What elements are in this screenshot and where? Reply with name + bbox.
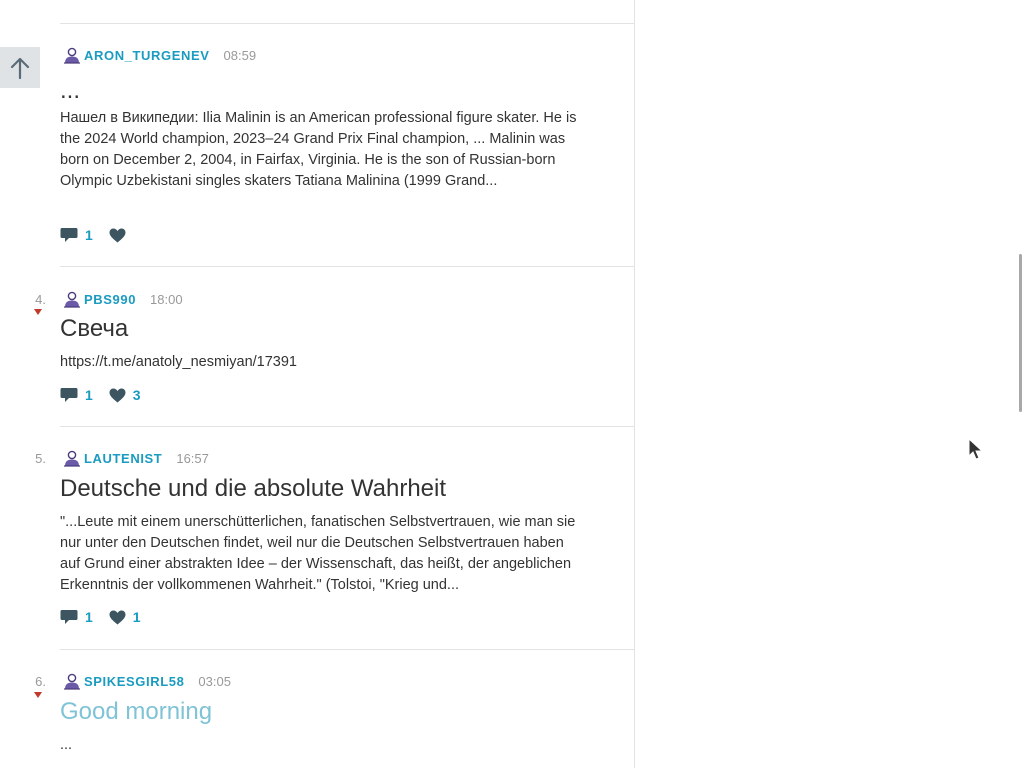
comment-icon xyxy=(60,610,78,624)
post-title[interactable]: ... xyxy=(60,76,80,106)
post-time: 16:57 xyxy=(176,450,209,466)
user-icon xyxy=(64,450,80,467)
post-rank: 5. xyxy=(35,451,46,466)
downvote-indicator xyxy=(34,692,42,698)
mouse-cursor-icon xyxy=(968,438,984,460)
post-author-link[interactable]: PBS990 xyxy=(84,292,136,307)
comment-count: 1 xyxy=(85,227,93,243)
post-excerpt: ... xyxy=(60,737,73,753)
scrollbar-thumb[interactable] xyxy=(1019,254,1022,412)
post-title[interactable]: Good morning xyxy=(60,697,212,727)
post-meta: LAUTENIST 16:57 xyxy=(63,449,209,467)
arrow-up-icon xyxy=(10,57,30,79)
post-divider xyxy=(60,266,634,267)
comments-button[interactable]: 1 xyxy=(60,227,93,243)
post-time: 08:59 xyxy=(223,47,257,63)
post-author-link[interactable]: ARON_TURGENEV xyxy=(84,48,210,63)
comment-icon xyxy=(60,388,78,402)
scroll-to-top-button[interactable] xyxy=(0,47,40,88)
post-author-link[interactable]: SPIKESGIRL58 xyxy=(84,674,184,689)
post-meta: SPIKESGIRL58 03:05 xyxy=(63,672,231,690)
post-meta: PBS990 18:00 xyxy=(63,290,183,308)
post-excerpt[interactable]: https://t.me/anatoly_nesmiyan/17391 xyxy=(60,352,580,373)
comments-button[interactable]: 1 xyxy=(60,609,93,625)
like-count: 3 xyxy=(132,387,141,403)
heart-icon xyxy=(109,388,126,402)
heart-icon xyxy=(109,610,126,624)
post-excerpt: "...Leute mit einem unerschütterlichen, … xyxy=(60,514,576,593)
feed-divider xyxy=(60,23,634,24)
post-divider xyxy=(60,426,634,427)
user-icon xyxy=(64,47,80,64)
like-button[interactable]: 3 xyxy=(109,387,141,403)
like-count: 1 xyxy=(132,609,141,625)
post-excerpt: Нашел в Википедии: Ilia Malinin is an Am… xyxy=(60,110,577,189)
like-button[interactable]: 1 xyxy=(109,609,141,625)
post-author-link[interactable]: LAUTENIST xyxy=(84,451,162,466)
post-rank: 4. xyxy=(35,292,46,307)
user-icon xyxy=(64,291,80,308)
comment-count: 1 xyxy=(85,609,93,625)
post-actions: 1 3 xyxy=(60,385,157,405)
post-rank: 6. xyxy=(35,674,46,689)
post-meta: ARON_TURGENEV 08:59 xyxy=(63,46,256,64)
post-title[interactable]: Deutsche und die absolute Wahrheit xyxy=(60,474,446,504)
downvote-indicator xyxy=(34,309,42,315)
post-divider xyxy=(60,649,634,650)
post-actions: 1 1 xyxy=(60,607,157,627)
heart-icon xyxy=(109,228,126,242)
comments-button[interactable]: 1 xyxy=(60,387,93,403)
post-feed: ARON_TURGENEV 08:59 ... Нашел в Википеди… xyxy=(0,0,635,768)
like-button[interactable] xyxy=(109,228,126,243)
post-time: 03:05 xyxy=(198,673,231,689)
post-title[interactable]: Свеча xyxy=(60,314,128,344)
comment-count: 1 xyxy=(85,387,93,403)
post-time: 18:00 xyxy=(150,291,183,307)
comment-icon xyxy=(60,228,78,242)
post-actions: 1 xyxy=(60,225,142,245)
user-icon xyxy=(64,673,80,690)
